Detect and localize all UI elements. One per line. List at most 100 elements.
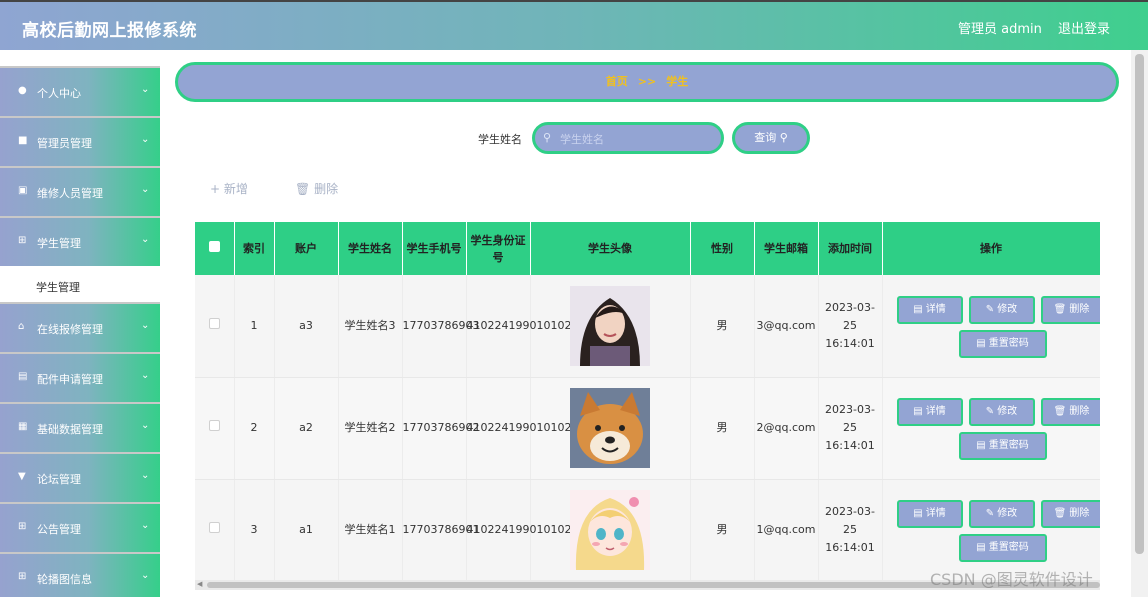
add-button[interactable]: + 新增 [210,180,248,197]
column-header: 性别 [690,222,755,275]
app-title: 高校后勤网上报修系统 [22,21,197,41]
breadcrumb: 首页 >> 学生 [175,62,1119,102]
admin-icon: ■ [18,135,28,146]
sidebar-item-label: 在线报修管理 [37,323,103,336]
chevron-down-icon: ⌄ [141,420,150,431]
cell-gender: 男 [690,275,755,378]
search-box[interactable]: ⚲ [532,122,724,154]
scroll-left-arrow-icon[interactable]: ◀ [197,580,202,588]
chevron-down-icon: ⌄ [141,570,150,581]
reset-password-label: 重置密码 [988,337,1029,349]
detail-label: 详情 [925,303,946,315]
column-header: 学生身份证号 [466,222,531,275]
search-button-label: 查询 [754,131,777,144]
row-checkbox[interactable] [208,317,220,329]
cell-name: 学生姓名3 [338,275,403,378]
grid-icon: ⊞ [18,571,27,582]
select-all-checkbox[interactable] [208,241,220,252]
grid-icon: ⊞ [18,235,27,246]
search-icon: ⚲ [543,131,552,144]
vertical-scrollbar[interactable] [1131,50,1148,597]
sidebar-item-label: 论坛管理 [37,473,81,486]
chevron-down-icon: ⌄ [141,234,150,245]
cell-email: 3@qq.com [754,275,819,378]
sidebar-item-personal-center[interactable]: ● 个人中心 ⌄ [0,66,160,116]
detail-button[interactable]: ▤ 详情 [896,398,963,426]
reset-password-label: 重置密码 [988,440,1029,451]
row-checkbox[interactable] [208,522,220,533]
cell-id-card: 410224199010102001 [466,479,592,580]
pencil-icon: ✎ [985,406,995,417]
sidebar-item-base-data[interactable]: ▦ 基础数据管理 ⌄ [0,402,160,452]
cell-id-card: 410224199010102003 [466,275,592,378]
grid-icon: ⊞ [18,521,27,532]
reset-password-label: 重置密码 [988,542,1029,553]
cell-name: 学生姓名1 [338,479,403,580]
chevron-down-icon: ⌄ [141,84,150,95]
reset-password-button[interactable]: ▤ 重置密码 [958,432,1047,460]
student-table: 索引 账户 学生姓名 学生手机号 学生身份证号 学生头像 性别 学生邮箱 添加时… [195,222,1100,580]
sidebar-item-announcements[interactable]: ⊞ 公告管理 ⌄ [0,502,160,552]
sidebar-item-admin[interactable]: ■ 管理员管理 ⌄ [0,116,160,166]
document-icon: ▤ [976,440,986,451]
cell-id-card: 410224199010102002 [466,377,592,480]
admin-label[interactable]: 管理员 admin [958,18,1042,37]
delete-button[interactable]: 🗑 删除 [1040,295,1100,324]
sidebar-item-repair-staff[interactable]: ▣ 维修人员管理 ⌄ [0,166,160,216]
row-select-cell [195,377,235,480]
document-icon: ▤ [976,337,986,349]
reset-password-button[interactable]: ▤ 重置密码 [958,534,1047,562]
cell-account: a1 [274,479,339,580]
logout-link[interactable]: 退出登录 [1058,18,1110,37]
cell-name: 学生姓名2 [338,377,403,480]
cell-index: 1 [234,275,275,378]
batch-delete-button[interactable]: 🗑 删除 [295,180,338,197]
sidebar: ● 个人中心 ⌄ ■ 管理员管理 ⌄ ▣ 维修人员管理 ⌄ ⊞ 学生管理 ⌄ 学… [0,50,162,597]
sidebar-subitem-students[interactable]: 学生管理 [0,268,160,304]
sidebar-item-label: 管理员管理 [37,137,92,150]
avatar-portrait-woman [570,285,650,366]
column-header: 学生邮箱 [754,222,819,275]
cell-phone: 17703786902 [402,377,479,480]
detail-button[interactable]: ▤ 详情 [896,295,963,324]
delete-button[interactable]: 🗑 删除 [1040,500,1100,528]
cell-gender: 男 [690,479,755,580]
chevron-down-icon: ⌄ [141,470,150,481]
cell-time: 2023-03-25 16:14:01 [818,377,883,480]
edit-button[interactable]: ✎ 修改 [968,398,1035,426]
column-header: 索引 [234,222,275,275]
detail-label: 详情 [925,406,946,417]
detail-button[interactable]: ▤ 详情 [896,500,963,528]
edit-button[interactable]: ✎ 修改 [968,295,1035,324]
column-header: 学生姓名 [338,222,403,275]
sidebar-item-online-repair[interactable]: ⌂ 在线报修管理 ⌄ [0,302,160,352]
trash-icon: 🗑 [1053,508,1067,519]
scrollbar-thumb[interactable] [1135,54,1144,554]
delete-button[interactable]: 🗑 删除 [1040,398,1100,426]
select-all-cell [195,222,235,275]
search-input[interactable] [560,130,710,148]
document-icon: ▤ [913,508,923,519]
cell-phone: 17703786903 [402,275,479,378]
pencil-icon: ✎ [985,508,995,519]
plus-icon: + [210,182,221,196]
breadcrumb-home[interactable]: 首页 [606,75,628,88]
pencil-icon: ✎ [985,303,995,315]
reset-password-button[interactable]: ▤ 重置密码 [958,329,1047,358]
edit-button[interactable]: ✎ 修改 [968,500,1035,528]
row-checkbox[interactable] [208,420,220,431]
avatar-anime-girl [570,490,650,570]
edit-label: 修改 [997,406,1018,417]
cell-account: a2 [274,377,339,480]
chevron-down-icon: ⌄ [141,184,150,195]
search-button[interactable]: 查询 ⚲ [732,122,810,154]
breadcrumb-separator: >> [637,75,657,88]
trash-icon: 🗑 [295,182,311,196]
sidebar-item-forum[interactable]: ▼ 论坛管理 ⌄ [0,452,160,502]
sidebar-item-carousel[interactable]: ⊞ 轮播图信息 ⌄ [0,552,160,597]
sidebar-item-parts-request[interactable]: ▤ 配件申请管理 ⌄ [0,352,160,402]
avatar-shiba-dog [570,388,650,468]
delete-label: 删除 [1069,406,1090,417]
sidebar-item-label: 轮播图信息 [37,573,92,586]
sidebar-item-students[interactable]: ⊞ 学生管理 ⌄ [0,216,160,266]
